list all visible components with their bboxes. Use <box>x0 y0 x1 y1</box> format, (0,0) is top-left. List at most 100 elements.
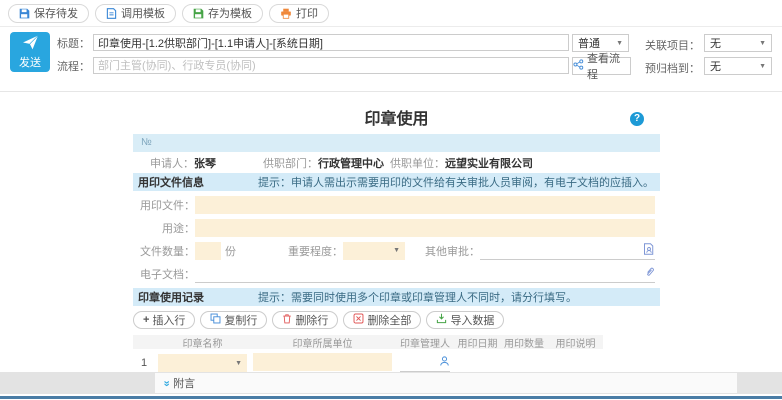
edoc-paperclip-icon[interactable] <box>645 266 655 281</box>
company-value: 远望实业有限公司 <box>445 158 533 170</box>
plus-icon: + <box>143 314 149 326</box>
copy-row-label: 复制行 <box>224 312 257 328</box>
form-header: 发送 标题： 普通 ▼ 关联项目： 无 ▼ 流程： 查看流程 预归档到： 无 ▼ <box>0 27 782 92</box>
postscript-label: 附言 <box>173 375 195 391</box>
seal-name-select[interactable]: ▼ <box>158 354 247 372</box>
other-approval-input[interactable] <box>480 242 655 260</box>
footer-bar: » 附言 <box>0 372 782 394</box>
save-icon <box>19 8 30 19</box>
doc-file-label: 用印文件： <box>133 197 195 213</box>
doc-file-input[interactable] <box>195 196 655 214</box>
import-icon <box>436 313 447 327</box>
seal-table-header: 印章名称 印章所属单位 印章管理人 用印日期 用印数量 用印说明 <box>133 335 603 349</box>
importance-label: 重要程度： <box>288 243 343 259</box>
seal-usage-form-window: 保存待发 调用模板 存为模板 打印 发送 标题： 普通 ▼ 关联项目： <box>0 0 782 400</box>
delete-row-label: 删除行 <box>295 312 328 328</box>
edoc-label: 电子文档： <box>133 266 195 282</box>
col-seal-manager: 印章管理人 <box>395 335 455 350</box>
seal-record-section-title: 印章使用记录 <box>133 289 258 305</box>
doc-info-section-hint: 提示：申请人需出示需要用印的文件给有关审批人员审阅，有电子文档的应插入。 <box>258 174 654 190</box>
company-label: 供职单位： <box>390 158 445 170</box>
save-as-template-label: 存为模板 <box>208 5 252 21</box>
seal-record-section-hint: 提示：需要同时使用多个印章或印章管理人不同时，请分行填写。 <box>258 289 577 305</box>
col-seal-unit: 印章所属单位 <box>250 335 395 350</box>
col-use-date: 用印日期 <box>455 335 500 350</box>
title-input[interactable] <box>93 34 569 51</box>
importance-select[interactable]: ▼ <box>343 242 405 260</box>
caret-down-icon: ▼ <box>759 63 766 70</box>
send-icon <box>22 35 39 53</box>
doc-count-input[interactable] <box>195 242 221 260</box>
row-index: 1 <box>133 357 155 369</box>
copy-row-button[interactable]: 复制行 <box>200 311 267 329</box>
save-pending-label: 保存待发 <box>34 5 78 21</box>
view-flow-label: 查看流程 <box>587 50 630 82</box>
department-value: 行政管理中心 <box>318 158 384 170</box>
caret-down-icon: ▼ <box>235 360 242 367</box>
insert-row-button[interactable]: + 插入行 <box>133 311 195 329</box>
purpose-label: 用途： <box>133 220 195 236</box>
delete-all-icon <box>353 313 364 327</box>
call-template-button[interactable]: 调用模板 <box>95 4 176 23</box>
copy-icon <box>210 313 221 327</box>
delete-row-button[interactable]: 删除行 <box>272 311 338 329</box>
related-project-label: 关联项目： <box>645 37 700 53</box>
caret-down-icon: ▼ <box>759 40 766 47</box>
postscript-expand-icon: » <box>161 380 172 386</box>
select-approver-icon[interactable] <box>643 243 655 258</box>
doc-info-section-header: 用印文件信息 提示：申请人需出示需要用印的文件给有关审批人员审阅，有电子文档的应… <box>133 173 660 191</box>
caret-down-icon: ▼ <box>393 247 400 254</box>
delete-all-label: 删除全部 <box>367 312 411 328</box>
seal-unit-input[interactable] <box>253 353 392 371</box>
trash-icon <box>282 313 292 327</box>
template-icon <box>106 8 117 19</box>
delete-all-button[interactable]: 删除全部 <box>343 311 421 329</box>
col-use-note: 用印说明 <box>548 335 603 350</box>
caret-down-icon: ▼ <box>616 40 623 47</box>
save-as-template-button[interactable]: 存为模板 <box>182 4 263 23</box>
form-content: 印章使用 ? № 申请人：张琴 供职部门：行政管理中心 供职单位：远望实业有限公… <box>0 92 782 371</box>
applicant-label: 申请人： <box>150 158 194 170</box>
doc-info-section-title: 用印文件信息 <box>133 174 258 190</box>
other-approval-label: 其他审批： <box>425 243 480 259</box>
applicant-row: 申请人：张琴 供职部门：行政管理中心 供职单位：远望实业有限公司 <box>133 152 660 172</box>
prearchive-label: 预归档到： <box>645 60 700 76</box>
doc-count-label: 文件数量： <box>133 243 195 259</box>
col-seal-name: 印章名称 <box>155 335 250 350</box>
seal-record-section-header: 印章使用记录 提示：需要同时使用多个印章或印章管理人不同时，请分行填写。 <box>133 288 660 306</box>
save-template-icon <box>193 8 204 19</box>
send-button[interactable]: 发送 <box>10 32 50 72</box>
print-icon <box>280 8 292 19</box>
edoc-input[interactable] <box>195 265 655 283</box>
priority-value: 普通 <box>578 35 600 51</box>
help-icon[interactable]: ? <box>630 112 644 126</box>
related-project-select[interactable]: 无 ▼ <box>704 34 772 52</box>
flow-input[interactable] <box>93 57 569 74</box>
postscript-toggle[interactable]: » 附言 <box>155 373 737 393</box>
view-flow-button[interactable]: 查看流程 <box>572 57 631 75</box>
seal-usage-form: 印章使用 ? № 申请人：张琴 供职部门：行政管理中心 供职单位：远望实业有限公… <box>133 92 660 373</box>
send-label: 发送 <box>19 54 41 70</box>
seal-manager-input[interactable] <box>400 354 450 372</box>
page-title: 印章使用 <box>133 105 660 127</box>
table-row: 1 ▼ <box>133 353 603 373</box>
related-project-value: 无 <box>710 35 721 51</box>
print-label: 打印 <box>296 5 318 21</box>
bottom-accent-line <box>0 396 782 399</box>
col-use-count: 用印数量 <box>500 335 548 350</box>
table-button-row: + 插入行 复制行 删除行 删除全部 导入数据 <box>133 311 660 329</box>
view-flow-icon <box>573 59 584 73</box>
prearchive-select[interactable]: 无 ▼ <box>704 57 772 75</box>
save-pending-button[interactable]: 保存待发 <box>8 4 89 23</box>
serial-number-band: № <box>133 134 660 152</box>
insert-row-label: 插入行 <box>152 312 185 328</box>
top-toolbar: 保存待发 调用模板 存为模板 打印 <box>0 0 782 27</box>
purpose-input[interactable] <box>195 219 655 237</box>
person-icon[interactable] <box>439 355 450 370</box>
applicant-value: 张琴 <box>194 158 216 170</box>
print-button[interactable]: 打印 <box>269 4 329 23</box>
import-data-button[interactable]: 导入数据 <box>426 311 504 329</box>
title-label: 标题： <box>57 35 90 51</box>
prearchive-value: 无 <box>710 58 721 74</box>
doc-count-unit: 份 <box>225 243 236 259</box>
